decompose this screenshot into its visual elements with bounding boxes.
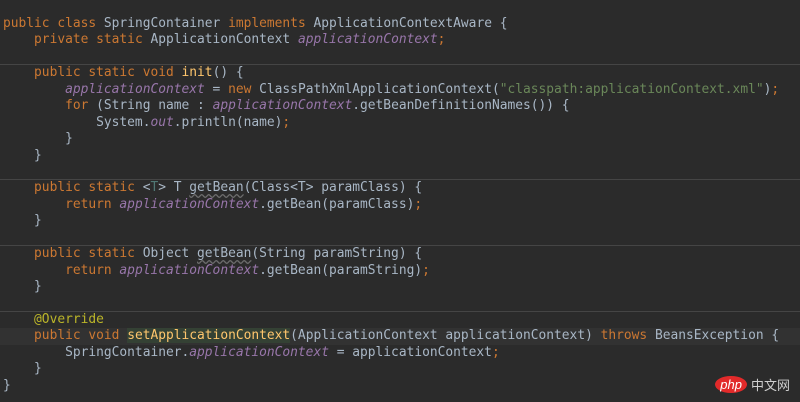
code-token: out (150, 114, 174, 130)
code-line[interactable]: public void setApplicationContext(Applic… (0, 328, 800, 345)
code-token: ClassPathXmlApplicationContext( (259, 81, 500, 97)
code-line[interactable]: SpringContainer.applicationContext = app… (0, 345, 800, 361)
code-token: public class (3, 16, 104, 31)
code-line[interactable] (0, 230, 800, 246)
code-token: ; (414, 196, 423, 212)
code-line[interactable]: } (0, 131, 800, 147)
watermark: php 中文网 (715, 375, 790, 394)
code-token: public static void (34, 65, 182, 81)
code-token: = applicationContext (328, 344, 492, 360)
code-token: for (65, 98, 97, 114)
code-line[interactable]: } (0, 361, 800, 377)
code-token: BeansException { (654, 328, 780, 344)
watermark-text: 中文网 (750, 379, 790, 394)
code-token: () { (212, 65, 244, 81)
code-token: public static (34, 246, 143, 262)
code-token: ApplicationContextAware { (313, 16, 508, 31)
code-token: throws (600, 328, 655, 344)
code-token: applicationContext (297, 32, 438, 48)
code-token: .println(name) (173, 114, 283, 130)
code-token: } (3, 361, 42, 377)
code-token: (String paramString) { (251, 246, 423, 262)
code-token: ; (422, 262, 430, 278)
code-token: .getBean(paramString) (259, 262, 423, 278)
code-token: ; (282, 114, 291, 130)
code-line[interactable]: return applicationContext.getBean(paramC… (0, 197, 800, 213)
code-token: init (181, 65, 213, 81)
code-token: = (204, 81, 229, 97)
code-line[interactable] (0, 49, 800, 65)
code-line[interactable]: applicationContext = new ClassPathXmlApp… (0, 82, 800, 98)
code-token: .getBeanDefinitionNames()) { (352, 98, 570, 114)
code-token: (String name : (96, 98, 213, 114)
code-token: > T (158, 180, 190, 196)
code-line[interactable]: public static void init() { (0, 64, 800, 81)
code-line[interactable]: } (0, 213, 800, 229)
code-line[interactable] (0, 164, 800, 180)
code-line[interactable]: for (String name : applicationContext.ge… (0, 98, 800, 114)
code-token: applicationContext (119, 196, 260, 212)
code-token: } (3, 377, 11, 393)
code-token: applicationContext (189, 344, 329, 360)
code-line[interactable]: public static Object getBean(String para… (0, 245, 800, 262)
code-token: ; (437, 32, 446, 48)
code-token: } (3, 213, 42, 229)
code-token: ; (771, 81, 780, 97)
code-token: implements (228, 16, 314, 31)
code-token: private static (34, 32, 151, 48)
code-line[interactable]: public static <T> T getBean(Class<T> par… (0, 179, 800, 196)
code-token: } (3, 131, 73, 147)
code-line[interactable]: } (0, 148, 800, 164)
code-token: Object (142, 246, 198, 262)
code-line[interactable]: public class SpringContainer implements … (0, 16, 800, 32)
code-line[interactable]: @Override (0, 310, 800, 328)
code-token: ; (491, 344, 500, 360)
code-token: return (65, 262, 120, 278)
code-token: getBean (189, 180, 244, 196)
code-token: .getBean(paramClass) (259, 196, 415, 212)
code-line[interactable]: } (0, 378, 800, 394)
code-token: } (3, 279, 42, 294)
code-token: (ApplicationContext applicationContext) (290, 328, 601, 344)
php-logo: php (715, 376, 747, 393)
code-token: @Override (34, 311, 104, 327)
code-token: SpringContainer. (3, 344, 190, 360)
code-token: (Class<T> paramClass) { (243, 180, 423, 196)
code-token: SpringContainer (103, 16, 229, 31)
code-token: ApplicationContext (150, 32, 298, 48)
code-token: public void (34, 328, 128, 344)
code-token: "classpath:applicationContext.xml" (499, 81, 764, 97)
code-token: applicationContext (65, 81, 205, 97)
code-token: } (3, 147, 42, 163)
code-line[interactable]: System.out.println(name); (0, 115, 800, 131)
code-token: public static (34, 180, 143, 196)
code-token: getBean (197, 246, 252, 262)
code-token: applicationContext (212, 98, 353, 114)
code-editor[interactable]: public class SpringContainer implements … (0, 16, 800, 394)
code-token: return (65, 196, 120, 212)
code-token: System. (3, 114, 151, 130)
code-token: applicationContext (119, 262, 260, 278)
code-token: tionContext (204, 328, 291, 344)
code-line[interactable]: } (0, 279, 800, 295)
code-line[interactable]: return applicationContext.getBean(paramS… (0, 263, 800, 279)
code-token: new (228, 81, 260, 97)
code-token: setApplica (127, 328, 205, 344)
code-line[interactable]: private static ApplicationContext applic… (0, 32, 800, 48)
code-line[interactable] (0, 295, 800, 311)
